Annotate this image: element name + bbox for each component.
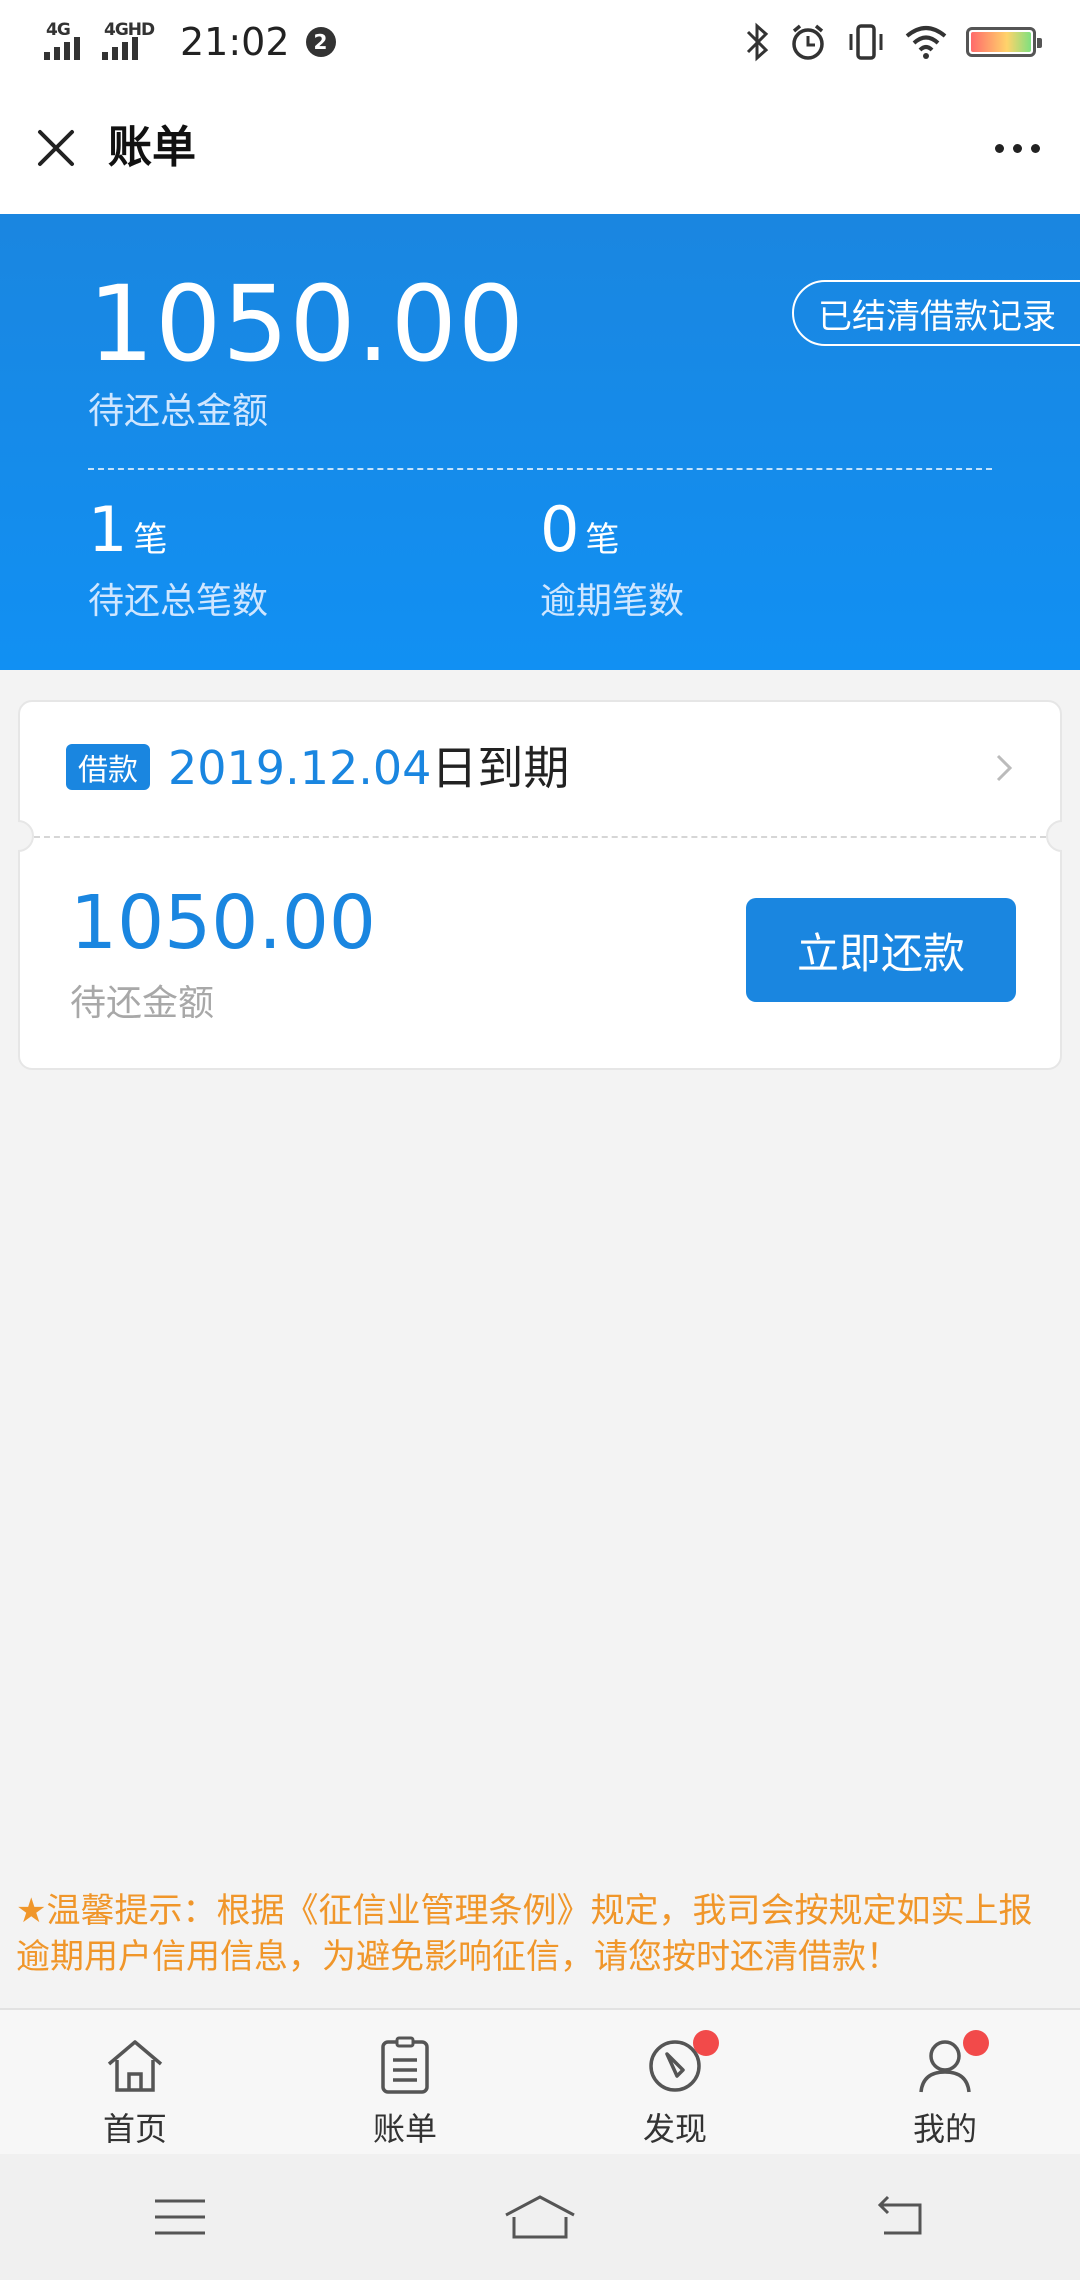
discover-icon-wrap [643, 2030, 719, 2098]
total-amount-label: 待还总金额 [88, 391, 269, 432]
profile-icon-wrap [913, 2030, 989, 2098]
tab-profile-label: 我的 [912, 2110, 977, 2148]
close-button[interactable] [28, 120, 84, 176]
card-divider [34, 836, 1046, 838]
settled-records-button[interactable]: 已结清借款记录 [792, 280, 1080, 346]
vibrate-icon [849, 24, 883, 60]
alarm-icon [792, 24, 824, 60]
battery-icon [966, 27, 1042, 57]
tab-bill-label: 账单 [372, 2110, 437, 2148]
pending-unit: 笔 [133, 520, 168, 560]
total-amount: 1050.00 [88, 263, 526, 385]
overdue-count-stat: 0笔 逾期笔数 [540, 494, 684, 624]
system-home-button[interactable] [500, 2187, 580, 2247]
loan-tag: 借款 [66, 744, 150, 790]
tab-home[interactable]: 首页 [0, 2010, 270, 2154]
tab-discover-label: 发现 [642, 2110, 707, 2148]
system-menu-button[interactable] [140, 2187, 220, 2247]
card-notch-left [18, 820, 34, 852]
notification-count: 2 [305, 27, 336, 57]
tab-home-label: 首页 [102, 2110, 167, 2148]
system-home-icon [505, 2195, 575, 2239]
due-date-text: 2019.12.04日到期 [168, 740, 569, 796]
due-date: 2019.12.04 [168, 741, 432, 795]
system-back-button[interactable] [860, 2187, 940, 2247]
bill-summary: 1050.00 待还总金额 已结清借款记录 1笔 待还总笔数 0笔 逾期笔数 [0, 214, 1080, 670]
summary-divider [88, 468, 992, 470]
overdue-count-label: 逾期笔数 [540, 581, 685, 622]
tab-bar: 首页 账单 发现 我的 [0, 2008, 1080, 2154]
back-icon [877, 2195, 922, 2235]
due-suffix: 日到期 [431, 741, 570, 795]
bluetooth-icon [746, 22, 769, 62]
bill-icon [381, 2036, 429, 2094]
home-icon [107, 2040, 163, 2092]
wifi-icon [905, 26, 947, 59]
discover-badge [693, 2030, 719, 2056]
status-bar: 4G 4GHD 21:02 2 [0, 0, 1080, 84]
loan-amount: 1050.00 [70, 880, 377, 966]
tab-bill[interactable]: 账单 [270, 2010, 540, 2154]
tab-discover[interactable]: 发现 [540, 2010, 810, 2154]
tab-profile[interactable]: 我的 [810, 2010, 1080, 2154]
close-icon [38, 130, 74, 166]
pending-count: 1 [88, 493, 128, 566]
chevron-right-icon [996, 754, 1013, 782]
loan-card-header[interactable]: 借款 2019.12.04日到期 [20, 702, 1060, 834]
loan-card: 借款 2019.12.04日到期 1050.00 待还金额 立即还款 [18, 700, 1062, 1070]
signal-2: 4GHD [102, 20, 158, 64]
overdue-count: 0 [540, 493, 580, 566]
page-title: 账单 [108, 122, 196, 173]
nav-bar: 账单 [0, 84, 1080, 214]
profile-badge [963, 2030, 989, 2056]
status-time: 21:02 [180, 20, 290, 64]
menu-icon [155, 2199, 205, 2235]
loan-amount-label: 待还金额 [70, 983, 215, 1024]
system-nav-bar [0, 2154, 1080, 2280]
more-button[interactable] [982, 120, 1052, 176]
pending-count-stat: 1笔 待还总笔数 [88, 494, 268, 624]
pending-count-label: 待还总笔数 [88, 581, 269, 622]
more-icon [994, 143, 1004, 153]
card-notch-right [1046, 820, 1062, 852]
repay-now-button[interactable]: 立即还款 [746, 898, 1016, 1002]
credit-notice: ★温馨提示：根据《征信业管理条例》规定，我司会按规定如实上报逾期用户信用信息，为… [16, 1891, 1033, 1977]
signal-1: 4G [44, 20, 92, 64]
overdue-unit: 笔 [585, 520, 620, 560]
